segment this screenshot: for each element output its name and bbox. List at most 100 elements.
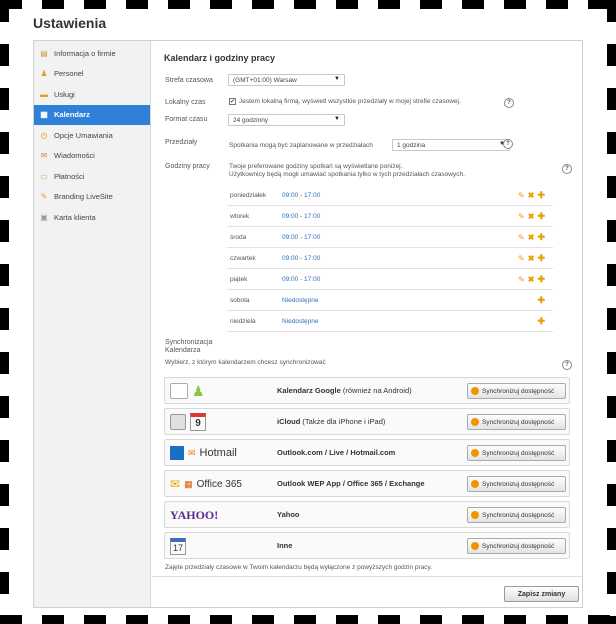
frame-bottom-border [0, 615, 616, 624]
add-icon[interactable]: ✚ [537, 295, 545, 306]
office365-logo: Office 365 [196, 478, 242, 490]
sidebar-item-label: Opcje Umawiania [54, 130, 113, 140]
add-icon[interactable]: ✚ [537, 190, 545, 201]
day-hours[interactable]: 09:00 - 17:00 [282, 192, 320, 199]
provider-name-rest: (Także dla iPhone i iPad) [300, 417, 386, 426]
day-name: środa [230, 233, 247, 241]
help-icon[interactable]: ? [504, 98, 514, 108]
intervals-text: Spotkania mogą być zaplanowane w przedzi… [229, 142, 373, 149]
sync-availability-button[interactable]: Synchronizuj dostępność [467, 538, 566, 554]
sidebar-item[interactable]: ♟ Personel [34, 64, 150, 84]
frame-left-border [0, 0, 9, 624]
pencil-icon[interactable]: ✎ [518, 191, 525, 200]
day-hours[interactable]: 09:00 - 17:00 [282, 276, 320, 283]
day-name: wtorek [230, 212, 250, 220]
sidebar-item[interactable]: ▣ Karta klienta [34, 207, 150, 227]
envelope-icon: ✉ [188, 447, 196, 458]
sync-availability-button[interactable]: Synchronizuj dostępność [467, 507, 566, 523]
delete-icon[interactable]: ✖ [528, 191, 535, 200]
local-time-checkbox[interactable]: ✔ [229, 98, 236, 105]
pencil-icon[interactable]: ✎ [518, 233, 525, 242]
delete-icon[interactable]: ✖ [528, 275, 535, 284]
provider-name: Kalendarz Google (również na Android) [277, 386, 412, 395]
working-hours-row: wtorek 09:00 - 17:00 ✎ ✖ ✚ [227, 206, 553, 227]
sync-button-label: Synchronizuj dostępność [482, 511, 555, 519]
day-name: poniedziałek [230, 191, 267, 199]
brush-icon: ✎ [40, 192, 48, 201]
sync-availability-button[interactable]: Synchronizuj dostępność [467, 414, 566, 430]
working-hours-desc-1: Twoje preferowane godziny spotkań są wyś… [229, 163, 403, 170]
calendar-icon: ▦ [40, 110, 48, 119]
help-icon[interactable]: ? [562, 360, 572, 370]
provider-name-bold: iCloud [277, 417, 301, 426]
add-icon[interactable]: ✚ [537, 253, 545, 264]
android-icon: ♟ [192, 382, 205, 399]
help-icon[interactable]: ? [503, 139, 513, 149]
sync-label-2: Kalendarza [165, 347, 201, 354]
save-button[interactable]: Zapisz zmiany [504, 586, 579, 602]
sidebar-item[interactable]: ▤ Informacja o firmie [34, 43, 150, 63]
envelope-icon: ✉ [170, 477, 181, 491]
frame-top-border [0, 0, 616, 9]
working-hours-row: piątek 09:00 - 17:00 ✎ ✖ ✚ [227, 269, 553, 290]
local-time-label: Lokalny czas [165, 99, 206, 106]
intervals-label: Przedziały [165, 139, 198, 146]
pencil-icon[interactable]: ✎ [518, 212, 525, 221]
card-icon: ▭ [40, 171, 48, 181]
day-hours[interactable]: 09:00 - 17:00 [282, 213, 320, 220]
delete-icon[interactable]: ✖ [528, 233, 535, 242]
sync-provider-row: 17 Inne Synchronizuj dostępność [164, 532, 570, 559]
section-title: Kalendarz i godziny pracy [164, 53, 276, 63]
help-icon[interactable]: ? [562, 164, 572, 174]
timezone-select[interactable]: (GMT+01:00) Warsaw ▼ [228, 74, 345, 86]
working-hours-row: niedziela Niedostępne ✚ [227, 311, 553, 332]
sync-availability-button[interactable]: Synchronizuj dostępność [467, 445, 566, 461]
provider-name-bold: Kalendarz Google [277, 386, 341, 395]
sync-icon [471, 418, 479, 426]
sidebar-item[interactable]: ✉ Wiadomości [34, 146, 150, 166]
delete-icon[interactable]: ✖ [528, 254, 535, 263]
working-hours-row: poniedziałek 09:00 - 17:00 ✎ ✖ ✚ [227, 185, 553, 206]
add-icon[interactable]: ✚ [537, 316, 545, 327]
folder-icon: ▬ [40, 89, 48, 99]
sync-availability-button[interactable]: Synchronizuj dostępność [467, 476, 566, 492]
day-hours[interactable]: 09:00 - 17:00 [282, 234, 320, 241]
provider-name: iCloud (Także dla iPhone i iPad) [277, 417, 385, 426]
provider-name: Inne [277, 541, 292, 550]
sidebar-item[interactable]: ◷ Opcje Umawiania [34, 125, 150, 145]
add-icon[interactable]: ✚ [537, 211, 545, 222]
timezone-label: Strefa czasowa [165, 77, 213, 84]
working-hours-row: środa 09:00 - 17:00 ✎ ✖ ✚ [227, 227, 553, 248]
sync-availability-button[interactable]: Synchronizuj dostępność [467, 383, 566, 399]
day-hours[interactable]: 09:00 - 17:00 [282, 255, 320, 262]
pencil-icon[interactable]: ✎ [518, 254, 525, 263]
sidebar-item[interactable]: ▦ Kalendarz [34, 104, 150, 125]
envelope-icon: ✉ [40, 151, 48, 160]
sync-provider-row: ♟ Kalendarz Google (również na Android) Sy… [164, 377, 570, 404]
row-actions: ✎ ✖ ✚ [518, 274, 545, 285]
sidebar-item[interactable]: ✎ Branding LiveSite [34, 187, 150, 207]
time-format-select[interactable]: 24 godzinny ▼ [228, 114, 345, 126]
sync-icon [471, 511, 479, 519]
intervals-select[interactable]: 1 godzina ▼ [392, 139, 510, 151]
sidebar-item-label: Branding LiveSite [54, 192, 113, 201]
provider-logo: YAHOO! [170, 505, 250, 525]
sidebar-item-label: Płatności [54, 171, 85, 181]
day-hours: Niedostępne [282, 317, 319, 325]
add-icon[interactable]: ✚ [537, 232, 545, 243]
icloud-icon [170, 414, 186, 430]
add-icon[interactable]: ✚ [537, 274, 545, 285]
office-icon: ▦ [184, 478, 193, 489]
delete-icon[interactable]: ✖ [528, 212, 535, 221]
provider-name-bold: Yahoo [277, 510, 300, 519]
sidebar-item-label: Wiadomości [54, 151, 95, 160]
sidebar-item[interactable]: ▭ Płatności [34, 166, 150, 186]
page-title: Ustawienia [33, 15, 107, 31]
pencil-icon[interactable]: ✎ [518, 275, 525, 284]
sidebar-item[interactable]: ▬ Usługi [34, 84, 150, 104]
sync-button-label: Synchronizuj dostępność [482, 542, 555, 550]
sync-provider-list: ♟ Kalendarz Google (również na Android) Sy… [164, 377, 570, 563]
row-actions: ✎ ✖ ✚ [518, 253, 545, 264]
frame-right-border [607, 0, 616, 624]
working-hours-label: Godziny pracy [165, 163, 210, 170]
